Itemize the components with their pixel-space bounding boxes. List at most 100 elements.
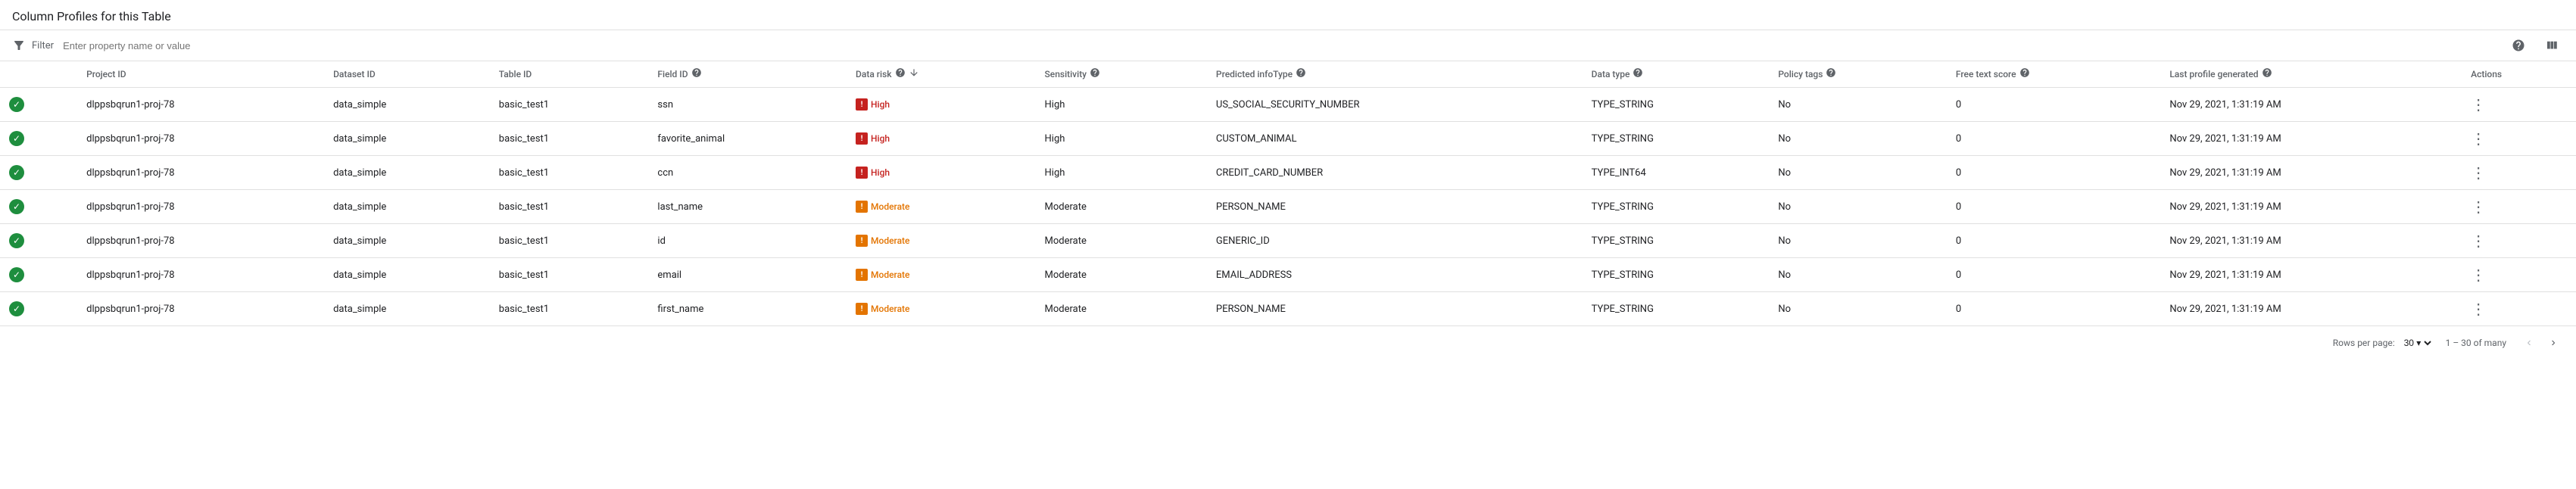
policy-tags-cell-4: No — [1769, 224, 1947, 258]
actions-cell-2[interactable]: ⋮ — [2462, 156, 2576, 190]
col-header-free_text_score: Free text score — [1947, 61, 2160, 88]
table-id-cell-4: basic_test1 — [490, 224, 649, 258]
last-profile-generated-cell-2: Nov 29, 2021, 1:31:19 AM — [2160, 156, 2462, 190]
filter-input[interactable] — [63, 40, 2500, 51]
actions-menu-3[interactable]: ⋮ — [2471, 198, 2487, 216]
dataset-id-cell-2: data_simple — [324, 156, 490, 190]
risk-badge-1: ! High — [856, 132, 890, 145]
data-risk-cell-2: ! High — [847, 156, 1035, 190]
risk-icon-3: ! — [856, 201, 868, 213]
dataset-id-cell-0: data_simple — [324, 88, 490, 122]
toolbar: Filter — [0, 30, 2576, 61]
risk-badge-0: ! High — [856, 98, 890, 111]
risk-badge-4: ! Moderate — [856, 235, 909, 247]
data-type-cell-6: TYPE_STRING — [1583, 292, 1770, 326]
sensitivity-cell-4: Moderate — [1036, 224, 1207, 258]
col-label-last_profile_generated: Last profile generated — [2169, 69, 2258, 79]
actions-cell-6[interactable]: ⋮ — [2462, 292, 2576, 326]
help-icon-free_text_score[interactable] — [2019, 67, 2030, 81]
data-type-cell-2: TYPE_INT64 — [1583, 156, 1770, 190]
next-page-button[interactable]: › — [2543, 332, 2564, 354]
sensitivity-cell-6: Moderate — [1036, 292, 1207, 326]
col-label-actions: Actions — [2471, 69, 2502, 79]
predicted-info-type-cell-2: CREDIT_CARD_NUMBER — [1207, 156, 1583, 190]
table-id-cell-0: basic_test1 — [490, 88, 649, 122]
sort-icon-data_risk[interactable] — [909, 67, 919, 81]
col-header-predicted_info_type: Predicted infoType — [1207, 61, 1583, 88]
actions-cell-5[interactable]: ⋮ — [2462, 258, 2576, 292]
col-label-table_id: Table ID — [499, 69, 532, 79]
status-icon-6: ✓ — [9, 301, 24, 316]
status-icon-3: ✓ — [9, 199, 24, 214]
col-header-dataset_id: Dataset ID — [324, 61, 490, 88]
table-row: ✓dlppsbqrun1-proj-78data_simplebasic_tes… — [0, 292, 2576, 326]
col-label-data_type: Data type — [1592, 69, 1630, 79]
data-risk-cell-3: ! Moderate — [847, 190, 1035, 224]
status-cell-2: ✓ — [0, 156, 77, 190]
help-icon-toolbar[interactable] — [2506, 33, 2531, 58]
risk-icon-6: ! — [856, 303, 868, 315]
col-label-field_id: Field ID — [657, 69, 688, 79]
actions-cell-0[interactable]: ⋮ — [2462, 88, 2576, 122]
prev-page-button[interactable]: ‹ — [2518, 332, 2540, 354]
page-title: Column Profiles for this Table — [0, 0, 2576, 30]
help-icon-sensitivity[interactable] — [1090, 67, 1100, 81]
actions-menu-6[interactable]: ⋮ — [2471, 300, 2487, 318]
data-risk-cell-6: ! Moderate — [847, 292, 1035, 326]
help-icon-data_type[interactable] — [1633, 67, 1643, 81]
status-icon-4: ✓ — [9, 233, 24, 248]
actions-menu-0[interactable]: ⋮ — [2471, 95, 2487, 114]
field-id-cell-0: ssn — [648, 88, 847, 122]
table-row: ✓dlppsbqrun1-proj-78data_simplebasic_tes… — [0, 258, 2576, 292]
col-header-data_type: Data type — [1583, 61, 1770, 88]
data-type-cell-5: TYPE_STRING — [1583, 258, 1770, 292]
risk-badge-5: ! Moderate — [856, 269, 909, 281]
field-id-cell-3: last_name — [648, 190, 847, 224]
actions-menu-5[interactable]: ⋮ — [2471, 266, 2487, 284]
table-id-cell-6: basic_test1 — [490, 292, 649, 326]
free-text-score-cell-0: 0 — [1947, 88, 2160, 122]
actions-menu-4[interactable]: ⋮ — [2471, 232, 2487, 250]
actions-menu-1[interactable]: ⋮ — [2471, 129, 2487, 148]
col-label-policy_tags: Policy tags — [1778, 69, 1823, 79]
field-id-cell-2: ccn — [648, 156, 847, 190]
actions-cell-3[interactable]: ⋮ — [2462, 190, 2576, 224]
data-risk-cell-0: ! High — [847, 88, 1035, 122]
table-row: ✓dlppsbqrun1-proj-78data_simplebasic_tes… — [0, 88, 2576, 122]
rows-per-page-label: Rows per page: — [2333, 338, 2395, 348]
col-header-field_id: Field ID — [648, 61, 847, 88]
col-label-free_text_score: Free text score — [1956, 69, 2016, 79]
col-label-dataset_id: Dataset ID — [333, 69, 376, 79]
status-cell-4: ✓ — [0, 224, 77, 258]
table-row: ✓dlppsbqrun1-proj-78data_simplebasic_tes… — [0, 156, 2576, 190]
data-type-cell-4: TYPE_STRING — [1583, 224, 1770, 258]
dataset-id-cell-1: data_simple — [324, 122, 490, 156]
filter-icon — [12, 39, 26, 52]
col-header-status — [0, 61, 77, 88]
help-icon-predicted_info_type[interactable] — [1296, 67, 1306, 81]
status-cell-6: ✓ — [0, 292, 77, 326]
sensitivity-cell-3: Moderate — [1036, 190, 1207, 224]
actions-menu-2[interactable]: ⋮ — [2471, 164, 2487, 182]
status-cell-3: ✓ — [0, 190, 77, 224]
help-icon-data_risk[interactable] — [895, 67, 906, 81]
filter-label: Filter — [32, 40, 54, 51]
actions-cell-1[interactable]: ⋮ — [2462, 122, 2576, 156]
predicted-info-type-cell-5: EMAIL_ADDRESS — [1207, 258, 1583, 292]
data-risk-cell-1: ! High — [847, 122, 1035, 156]
field-id-cell-5: email — [648, 258, 847, 292]
col-header-sensitivity: Sensitivity — [1036, 61, 1207, 88]
rows-per-page-select[interactable]: 30 ▾ — [2401, 337, 2434, 349]
columns-icon-toolbar[interactable] — [2540, 33, 2564, 58]
col-header-policy_tags: Policy tags — [1769, 61, 1947, 88]
help-icon-policy_tags[interactable] — [1826, 67, 1836, 81]
pagination-info: 1 – 30 of many — [2446, 338, 2506, 348]
help-icon-field_id[interactable] — [691, 67, 702, 81]
sensitivity-cell-1: High — [1036, 122, 1207, 156]
actions-cell-4[interactable]: ⋮ — [2462, 224, 2576, 258]
help-icon-last_profile_generated[interactable] — [2262, 67, 2272, 81]
table-row: ✓dlppsbqrun1-proj-78data_simplebasic_tes… — [0, 122, 2576, 156]
dataset-id-cell-4: data_simple — [324, 224, 490, 258]
predicted-info-type-cell-4: GENERIC_ID — [1207, 224, 1583, 258]
last-profile-generated-cell-0: Nov 29, 2021, 1:31:19 AM — [2160, 88, 2462, 122]
